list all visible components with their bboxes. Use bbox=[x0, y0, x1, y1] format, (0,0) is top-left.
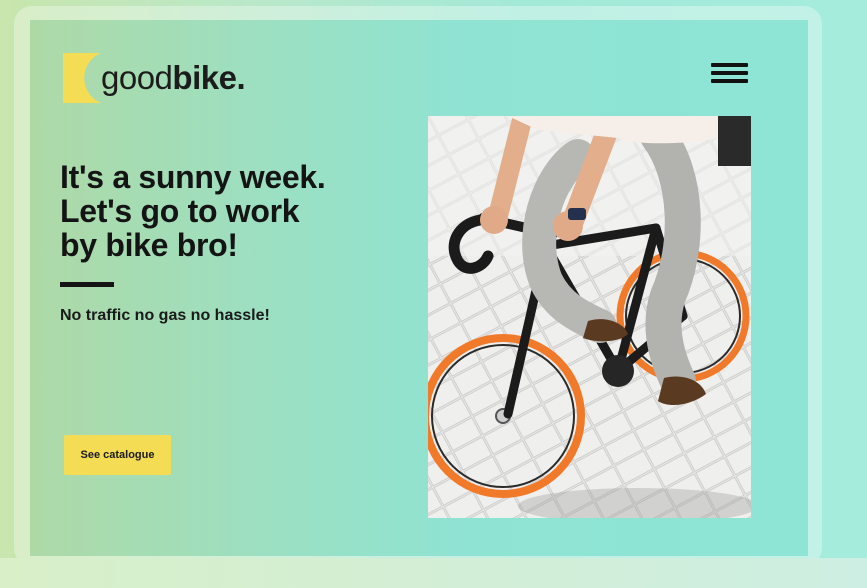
cyclist-photo bbox=[428, 116, 751, 518]
headline-line: Let's go to work bbox=[60, 193, 300, 229]
hero-headline: It's a sunny week. Let's go to work by b… bbox=[60, 160, 380, 262]
hero-subtitle: No traffic no gas no hassle! bbox=[60, 307, 270, 324]
logo-wordmark: goodbike. bbox=[101, 59, 246, 97]
headline-line: It's a sunny week. bbox=[60, 159, 326, 195]
hero-card: goodbike. It's a sunny week. Let's go to… bbox=[30, 20, 808, 556]
see-catalogue-button[interactable]: See catalogue bbox=[64, 435, 171, 475]
hamburger-menu-icon[interactable] bbox=[711, 62, 749, 84]
brand-logo[interactable]: goodbike. bbox=[63, 53, 263, 103]
headline-line: by bike bro! bbox=[60, 227, 238, 263]
cyclist-illustration bbox=[428, 116, 751, 518]
logo-wordmark-bold: bike. bbox=[172, 59, 246, 96]
menu-bar bbox=[711, 79, 748, 83]
menu-bar bbox=[711, 71, 748, 75]
bottom-strip bbox=[0, 558, 867, 588]
menu-bar bbox=[711, 63, 748, 67]
logo-wordmark-light: good bbox=[101, 59, 173, 96]
headline-divider bbox=[60, 282, 114, 287]
